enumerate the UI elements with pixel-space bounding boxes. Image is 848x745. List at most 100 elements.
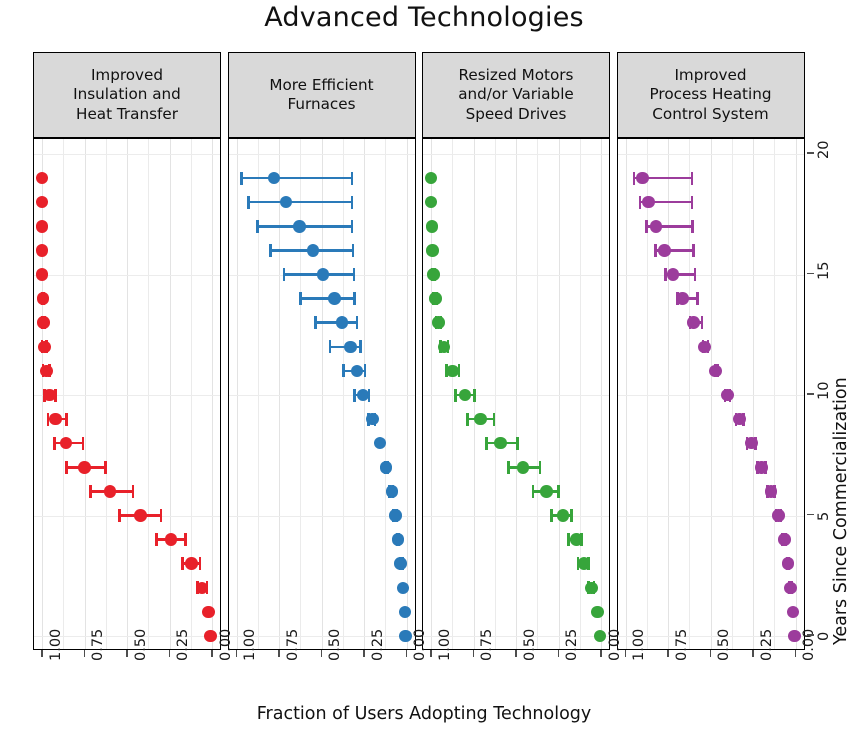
data-point[interactable]: [556, 509, 569, 522]
data-point[interactable]: [494, 436, 507, 450]
data-point[interactable]: [676, 292, 689, 305]
data-point[interactable]: [35, 171, 49, 185]
data-point[interactable]: [698, 340, 711, 354]
data-point[interactable]: [636, 171, 649, 185]
data-point[interactable]: [745, 436, 758, 450]
data-point[interactable]: [446, 364, 459, 378]
data-point[interactable]: [185, 557, 198, 570]
data-point[interactable]: [593, 629, 607, 643]
data-point[interactable]: [458, 388, 472, 402]
facet-panel-4: Improved Process Heating Control System: [616, 52, 805, 650]
data-point[interactable]: [202, 605, 215, 619]
error-bar-cap: [282, 268, 286, 281]
data-point[interactable]: [43, 388, 56, 402]
data-point[interactable]: [279, 195, 293, 209]
data-point[interactable]: [591, 605, 604, 619]
data-point[interactable]: [37, 316, 50, 329]
data-point[interactable]: [733, 412, 746, 426]
data-point[interactable]: [398, 605, 412, 619]
gridline-vertical: [558, 139, 560, 649]
data-point[interactable]: [427, 268, 440, 281]
error-bar-cap: [240, 171, 243, 185]
data-point[interactable]: [709, 364, 722, 378]
data-point[interactable]: [687, 316, 700, 329]
data-point[interactable]: [59, 436, 73, 450]
data-point[interactable]: [35, 195, 49, 209]
data-point[interactable]: [772, 509, 785, 522]
data-point[interactable]: [35, 220, 49, 233]
data-point[interactable]: [164, 533, 178, 546]
data-point[interactable]: [379, 461, 393, 474]
data-point[interactable]: [350, 364, 364, 378]
error-bar-cap: [159, 509, 163, 522]
data-point[interactable]: [385, 485, 399, 498]
data-point[interactable]: [432, 316, 445, 329]
data-point[interactable]: [642, 195, 655, 209]
data-point[interactable]: [394, 557, 407, 570]
facet-strip-1: Improved Insulation and Heat Transfer: [33, 52, 221, 138]
data-point[interactable]: [204, 629, 217, 643]
data-point[interactable]: [78, 461, 91, 474]
data-point[interactable]: [328, 292, 341, 305]
data-point[interactable]: [293, 220, 306, 233]
error-bar-cap: [355, 316, 359, 330]
data-point[interactable]: [316, 268, 330, 281]
data-point[interactable]: [391, 533, 405, 546]
data-point[interactable]: [35, 268, 49, 281]
data-point[interactable]: [38, 340, 51, 354]
data-point[interactable]: [399, 629, 412, 643]
data-point[interactable]: [35, 244, 49, 257]
error-bar-cap: [638, 195, 642, 209]
data-point[interactable]: [784, 581, 797, 595]
data-point[interactable]: [49, 412, 62, 426]
data-point[interactable]: [195, 581, 209, 595]
x-axis-tick-label: 0.00: [412, 628, 428, 661]
data-point[interactable]: [577, 557, 591, 570]
error-bar-cap: [155, 533, 159, 547]
error-bar-cap: [314, 316, 317, 330]
gridline-horizontal: [34, 154, 220, 155]
x-axis-tick-label: 0.25: [564, 628, 580, 661]
plot-area-1: [33, 138, 221, 650]
data-point[interactable]: [786, 605, 800, 619]
x-axis-tick: [667, 650, 669, 657]
data-point[interactable]: [344, 340, 357, 354]
y-axis-tick-label: 5: [815, 511, 832, 521]
x-axis-tick-label: 1.00: [631, 628, 647, 661]
data-point[interactable]: [788, 629, 801, 643]
data-point[interactable]: [103, 485, 117, 498]
data-point[interactable]: [540, 485, 553, 498]
data-point[interactable]: [424, 171, 438, 185]
data-point[interactable]: [40, 364, 53, 378]
x-axis-tick-label: 0.75: [90, 628, 106, 661]
data-point[interactable]: [306, 244, 320, 257]
error-bar-cap: [184, 533, 187, 547]
data-point[interactable]: [778, 533, 791, 546]
data-point[interactable]: [389, 509, 402, 522]
data-point[interactable]: [721, 388, 734, 402]
data-point[interactable]: [366, 412, 379, 426]
data-point[interactable]: [424, 195, 438, 209]
data-point[interactable]: [425, 220, 439, 233]
data-point[interactable]: [755, 461, 768, 474]
x-axis-tick: [126, 650, 128, 657]
data-point[interactable]: [781, 557, 795, 570]
data-point[interactable]: [36, 292, 50, 305]
data-point[interactable]: [585, 581, 598, 595]
data-point[interactable]: [764, 485, 778, 498]
data-point[interactable]: [516, 461, 530, 474]
error-bar-cap: [569, 509, 573, 522]
data-point[interactable]: [437, 340, 450, 354]
error-bar-cap: [350, 171, 354, 185]
data-point[interactable]: [666, 268, 680, 281]
data-point[interactable]: [134, 509, 147, 522]
data-point[interactable]: [658, 244, 671, 257]
data-point[interactable]: [429, 292, 442, 305]
data-point[interactable]: [335, 316, 349, 329]
gridline-horizontal: [617, 395, 804, 396]
data-point[interactable]: [649, 220, 663, 233]
data-point[interactable]: [426, 244, 439, 257]
data-point[interactable]: [474, 412, 487, 426]
error-bar-cap: [692, 243, 695, 257]
data-point[interactable]: [570, 533, 583, 546]
